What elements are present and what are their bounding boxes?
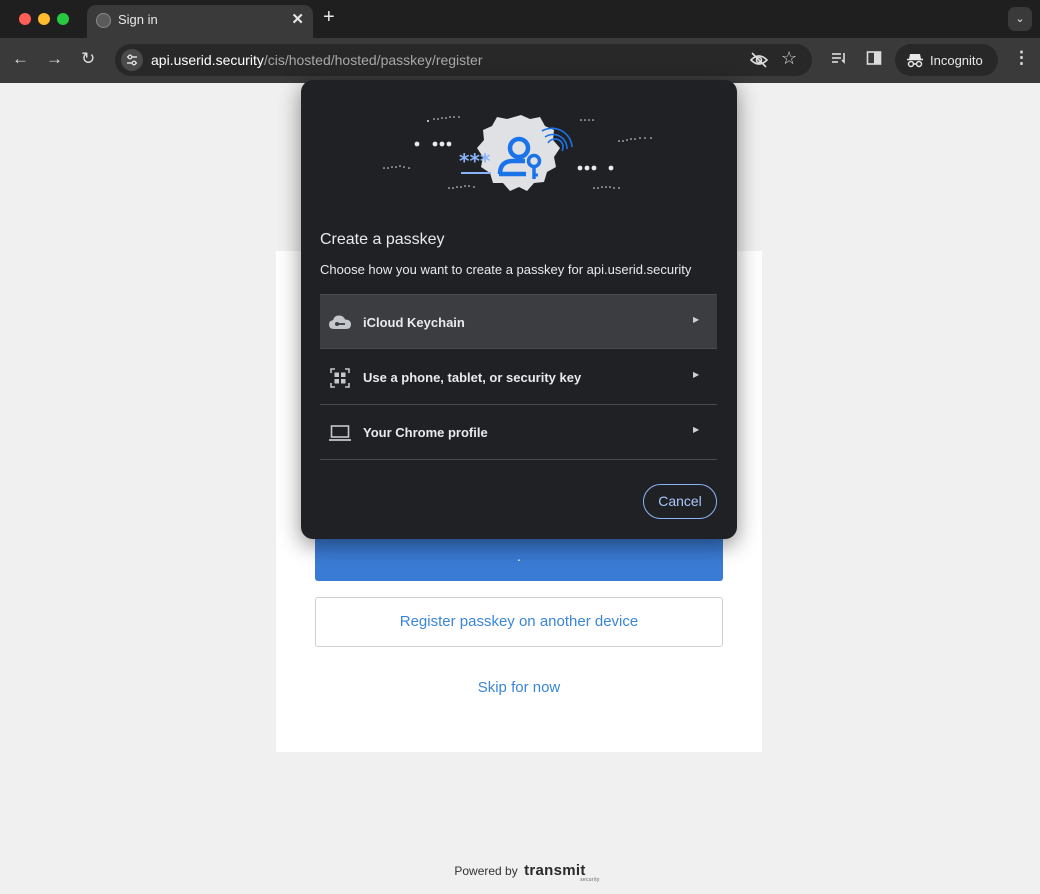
browser-tab[interactable]: Sign in ✕ <box>87 5 313 38</box>
laptop-icon <box>328 422 352 444</box>
dialog-description: Choose how you want to create a passkey … <box>320 262 692 277</box>
globe-icon <box>96 13 111 28</box>
passkey-illustration: *** <box>383 115 652 191</box>
site-info-icon[interactable] <box>121 49 143 71</box>
maximize-window-button[interactable] <box>57 13 69 25</box>
passkey-dialog: *** Create a passkey Choose how you want… <box>301 80 737 539</box>
incognito-icon <box>906 52 924 71</box>
address-bar[interactable]: api.userid.security/cis/hosted/hosted/pa… <box>115 44 812 76</box>
option-chrome-profile[interactable]: Your Chrome profile ▶ <box>320 405 717 460</box>
incognito-badge[interactable]: Incognito <box>895 44 998 76</box>
skip-link[interactable]: Skip for now <box>315 679 723 696</box>
dialog-title: Create a passkey <box>320 231 445 248</box>
powered-by-text: Powered by <box>454 864 518 878</box>
powered-by-footer: Powered by transmit security <box>0 862 1040 883</box>
tab-strip: Sign in ✕ + ⌄ <box>0 0 1040 38</box>
minimize-window-button[interactable] <box>38 13 50 25</box>
arrow-right-icon: ▶ <box>693 370 700 379</box>
register-passkey-button[interactable]: · <box>315 538 723 581</box>
brand-logo: transmit security <box>524 862 600 883</box>
option-label: Your Chrome profile <box>363 425 488 440</box>
star-icon[interactable]: ☆ <box>781 48 797 69</box>
reading-list-icon[interactable] <box>831 50 847 70</box>
back-icon[interactable]: ← <box>12 49 29 69</box>
reload-icon[interactable]: ↻ <box>81 49 95 69</box>
tab-title: Sign in <box>118 12 158 27</box>
tab-search-button[interactable]: ⌄ <box>1008 7 1032 31</box>
forward-icon[interactable]: → <box>46 49 63 69</box>
arrow-right-icon: ▶ <box>693 315 700 324</box>
option-phone-tablet-security-key[interactable]: Use a phone, tablet, or security key ▶ <box>320 350 717 405</box>
url-text: api.userid.security/cis/hosted/hosted/pa… <box>151 52 483 68</box>
register-another-device-button[interactable]: Register passkey on another device <box>315 597 723 647</box>
kebab-menu-icon[interactable]: ⋮ <box>1013 48 1030 68</box>
side-panel-icon[interactable] <box>866 50 882 70</box>
new-tab-button[interactable]: + <box>323 6 335 29</box>
option-label: iCloud Keychain <box>363 315 465 330</box>
cloud-key-icon <box>328 312 352 334</box>
tab-close-icon[interactable]: ✕ <box>291 10 304 28</box>
browser-toolbar: ← → ↻ api.userid.security/cis/hosted/hos… <box>0 38 1040 83</box>
svg-text:***: *** <box>459 149 491 173</box>
cancel-button[interactable]: Cancel <box>643 484 717 519</box>
arrow-right-icon: ▶ <box>693 425 700 434</box>
option-icloud-keychain[interactable]: iCloud Keychain ▶ <box>320 294 717 349</box>
close-window-button[interactable] <box>19 13 31 25</box>
incognito-label: Incognito <box>930 53 983 68</box>
eye-off-icon[interactable] <box>749 50 769 75</box>
qr-code-icon <box>328 367 352 389</box>
option-label: Use a phone, tablet, or security key <box>363 370 582 385</box>
